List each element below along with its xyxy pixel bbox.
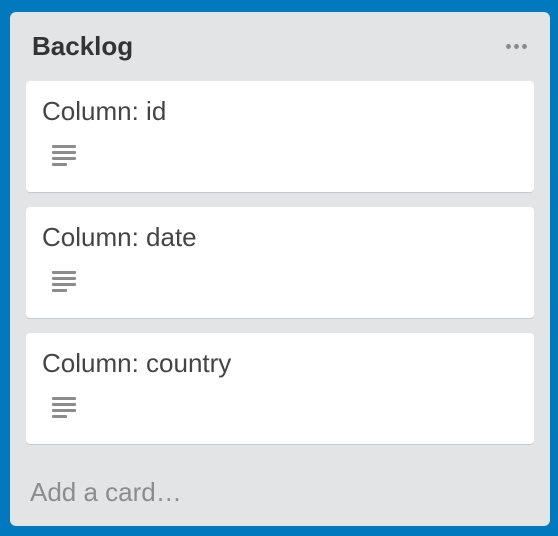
card[interactable]: Column: country [26, 333, 534, 444]
card-title: Column: id [42, 96, 167, 126]
description-icon [52, 271, 78, 293]
description-icon [52, 397, 78, 419]
card[interactable]: Column: id [26, 81, 534, 192]
description-icon [52, 145, 78, 167]
list-menu-icon[interactable] [504, 34, 528, 58]
board: Backlog Column: id Column: date Column: … [0, 0, 558, 536]
list-title[interactable]: Backlog [32, 30, 133, 62]
card-list: Column: id Column: date Column: country [26, 81, 534, 459]
menu-dot [505, 43, 511, 49]
card-title: Column: date [42, 222, 197, 252]
list-header: Backlog [10, 12, 550, 78]
card-title: Column: country [42, 348, 232, 378]
add-card-button[interactable]: Add a card… [30, 474, 182, 510]
list-backlog: Backlog Column: id Column: date Column: … [10, 12, 550, 526]
card[interactable]: Column: date [26, 207, 534, 318]
menu-dot [513, 43, 519, 49]
menu-dot [521, 43, 527, 49]
